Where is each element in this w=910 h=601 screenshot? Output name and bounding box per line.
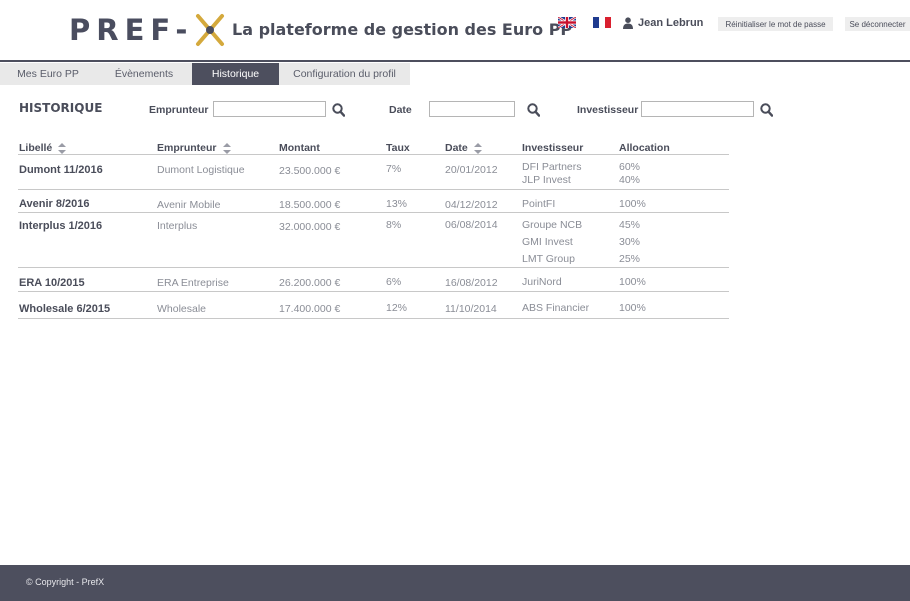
row-allocation: 60%	[619, 161, 641, 173]
column-header-label: Libellé	[19, 142, 53, 154]
column-header-date[interactable]: Date	[445, 142, 482, 154]
tab-evenements[interactable]: Évènements	[96, 63, 192, 85]
row-allocation: 30%	[619, 236, 641, 248]
user-name: Jean Lebrun	[638, 17, 704, 29]
row-montant: 32.000.000 €	[279, 221, 341, 233]
column-header-allocation: Allocation	[619, 142, 670, 154]
row-investisseur: ABS Financier	[522, 302, 590, 314]
row-date: 11/10/2014	[445, 303, 497, 315]
row-divider	[18, 267, 729, 268]
column-header-label: Emprunteur	[157, 142, 217, 154]
copyright: © Copyright - PrefX	[26, 577, 105, 587]
row-libelle[interactable]: ERA 10/2015	[19, 277, 85, 289]
tagline: La plateforme de gestion des Euro PP	[232, 20, 573, 39]
page-title: HISTORIQUE	[19, 101, 103, 115]
row-libelle[interactable]: Dumont 11/2016	[19, 164, 103, 176]
row-taux: 8%	[386, 219, 402, 231]
fr-flag-icon[interactable]	[593, 17, 611, 28]
row-date: 16/08/2012	[445, 277, 498, 289]
row-divider	[18, 212, 729, 213]
row-investisseur: LMT Group	[522, 253, 575, 265]
row-emprunteur: ERA Entreprise	[157, 277, 229, 289]
row-libelle[interactable]: Interplus 1/2016	[19, 220, 102, 232]
row-divider	[18, 318, 729, 319]
row-allocation: 40%	[619, 174, 641, 186]
row-allocation: 100%	[619, 302, 646, 314]
user-icon	[623, 17, 633, 29]
tab-configuration-profil[interactable]: Configuration du profil	[279, 63, 410, 85]
row-investisseur: GMI Invest	[522, 236, 573, 248]
investisseur-filter-label: Investisseur	[577, 104, 639, 116]
row-investisseur: PointFI	[522, 198, 556, 210]
row-libelle[interactable]: Avenir 8/2016	[19, 198, 90, 210]
tab-historique[interactable]: Historique	[192, 63, 279, 85]
row-montant: 17.400.000 €	[279, 303, 341, 315]
table-header-divider	[18, 154, 729, 155]
search-icon[interactable]	[760, 103, 773, 117]
row-taux: 7%	[386, 163, 402, 175]
row-investisseur: JLP Invest	[522, 174, 571, 186]
row-divider	[18, 189, 729, 190]
row-emprunteur: Interplus	[157, 220, 198, 232]
tab-mes-euro-pp[interactable]: Mes Euro PP	[0, 63, 96, 85]
column-header-libelle[interactable]: Libellé	[19, 142, 67, 154]
footer: © Copyright - PrefX	[0, 565, 910, 601]
row-investisseur: JuriNord	[522, 276, 562, 288]
sort-icon[interactable]	[58, 142, 67, 154]
row-investisseur: DFI Partners	[522, 161, 582, 173]
column-header-taux: Taux	[386, 142, 410, 154]
emprunteur-search-input[interactable]	[213, 101, 326, 117]
row-taux: 13%	[386, 198, 408, 210]
sort-icon[interactable]	[222, 142, 231, 154]
row-date: 04/12/2012	[445, 199, 498, 211]
investisseur-search-input[interactable]	[641, 101, 754, 117]
search-icon[interactable]	[332, 103, 345, 117]
uk-flag-icon[interactable]	[558, 17, 576, 28]
row-montant: 23.500.000 €	[279, 165, 341, 177]
header: PREF- La plateforme de gestion des Euro …	[0, 0, 910, 62]
row-taux: 6%	[386, 276, 402, 288]
logout-button[interactable]: Se déconnecter	[845, 17, 910, 31]
date-filter-label: Date	[389, 104, 412, 116]
logo[interactable]: PREF-	[69, 12, 225, 48]
reset-password-button[interactable]: Réinitialiser le mot de passe	[718, 17, 833, 31]
row-allocation: 100%	[619, 198, 646, 210]
row-montant: 26.200.000 €	[279, 277, 341, 289]
column-header-label: Date	[445, 142, 468, 154]
row-taux: 12%	[386, 302, 408, 314]
row-allocation: 25%	[619, 253, 641, 265]
date-search-input[interactable]	[429, 101, 515, 117]
main-tabs: Mes Euro PP Évènements Historique Config…	[0, 63, 410, 85]
row-allocation: 100%	[619, 276, 646, 288]
row-libelle[interactable]: Wholesale 6/2015	[19, 303, 110, 315]
search-icon[interactable]	[527, 103, 540, 117]
logo-x-mark	[195, 13, 225, 47]
row-investisseur: Groupe NCB	[522, 219, 583, 231]
row-montant: 18.500.000 €	[279, 199, 341, 211]
row-emprunteur: Avenir Mobile	[157, 199, 221, 211]
row-allocation: 45%	[619, 219, 641, 231]
row-emprunteur: Dumont Logistique	[157, 164, 245, 176]
column-header-investisseur: Investisseur	[522, 142, 584, 154]
column-header-montant: Montant	[279, 142, 320, 154]
row-date: 20/01/2012	[445, 164, 498, 176]
column-header-emprunteur[interactable]: Emprunteur	[157, 142, 231, 154]
row-emprunteur: Wholesale	[157, 303, 207, 315]
user-menu[interactable]: Jean Lebrun	[623, 17, 703, 29]
row-date: 06/08/2014	[445, 219, 498, 231]
sort-icon[interactable]	[473, 142, 482, 154]
emprunteur-filter-label: Emprunteur	[149, 104, 209, 116]
row-divider	[18, 291, 729, 292]
